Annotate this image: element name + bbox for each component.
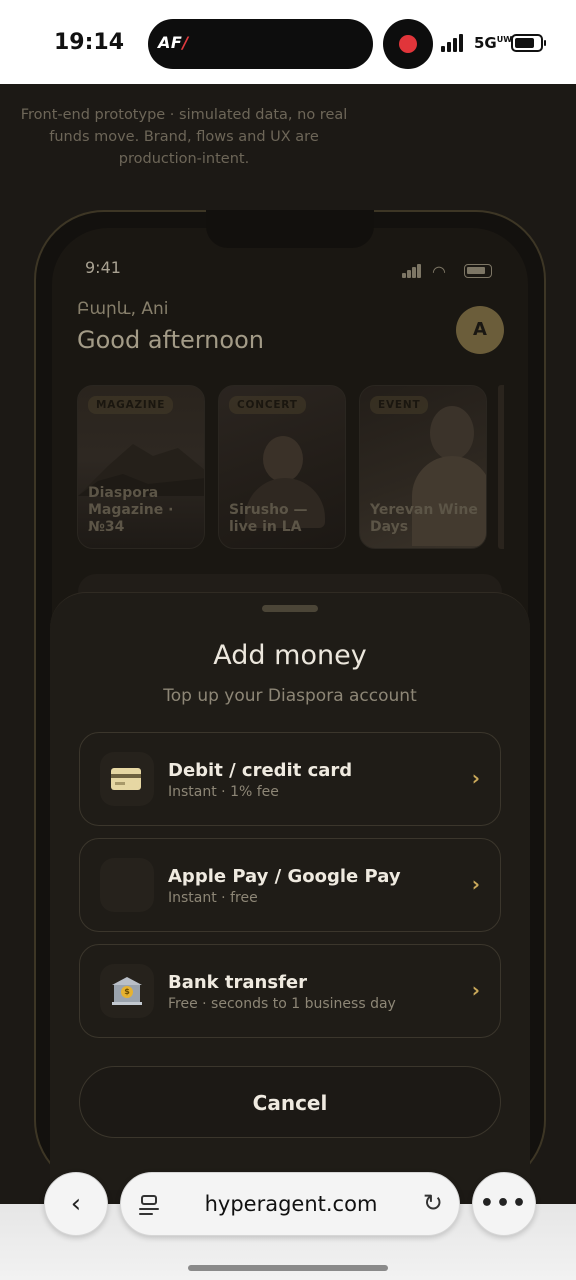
prototype-disclaimer: Front-end prototype · simulated data, no… [20, 107, 348, 167]
url-text: hyperagent.com [204, 1192, 378, 1216]
option-bank-transfer[interactable]: $ Bank transfer Free · seconds to 1 busi… [79, 944, 501, 1038]
story-card-magazine[interactable]: MAGAZINE Diaspora Magazine · №34 [77, 385, 205, 549]
phone-notch [206, 210, 374, 248]
option-detail: Instant · 1% fee [168, 784, 279, 800]
story-title: Diaspora Magazine · №34 [88, 485, 174, 535]
battery-icon [511, 34, 546, 52]
address-bar[interactable]: hyperagent.com ↻ [120, 1172, 460, 1236]
phone-status-time: 9:41 [85, 258, 121, 277]
more-options-button[interactable]: ••• [472, 1172, 536, 1236]
option-label: Apple Pay / Google Pay [168, 866, 401, 887]
singer-photo [263, 436, 303, 482]
island-app-logo: AF/ [158, 33, 189, 52]
sheet-subtitle: Top up your Diaspora account [163, 686, 417, 706]
story-tag: EVENT [370, 396, 429, 414]
option-detail: Instant · free [168, 890, 258, 906]
dynamic-island: AF/ [148, 19, 373, 69]
chevron-right-icon: › [471, 872, 480, 896]
chevron-right-icon: › [471, 978, 480, 1002]
story-card-event[interactable]: EVENT Yerevan Wine Days [359, 385, 487, 549]
screen-recording-icon [383, 19, 433, 69]
avatar[interactable]: A [456, 306, 504, 354]
phone-signal-icon [402, 264, 424, 278]
greeting-armenian: Բարև, Ani [77, 299, 169, 319]
sheet-drag-handle[interactable] [262, 605, 318, 612]
bank-icon: $ [112, 977, 142, 1005]
option-detail: Free · seconds to 1 business day [168, 996, 396, 1012]
wallet-icon [100, 858, 154, 912]
system-time: 19:14 [54, 30, 125, 55]
system-status-bar: 19:14 AF/ 5GUW [0, 0, 576, 84]
greeting-title: Good afternoon [77, 326, 264, 354]
story-tag: MAGAZINE [88, 396, 174, 414]
story-card-concert[interactable]: CONCERT Sirusho — live in LA [218, 385, 346, 549]
story-title: Sirusho — live in LA [229, 502, 308, 535]
credit-card-icon [111, 768, 141, 790]
story-tag: CONCERT [229, 396, 306, 414]
cellular-signal-icon [441, 34, 467, 52]
option-apple-google-pay[interactable]: Apple Pay / Google Pay Instant · free › [79, 838, 501, 932]
back-button[interactable]: ‹ [44, 1172, 108, 1236]
story-title: Yerevan Wine Days [370, 502, 478, 535]
phone-wifi-icon: ◠ [432, 262, 446, 281]
network-type: 5GUW [474, 34, 513, 52]
home-indicator [188, 1265, 388, 1271]
option-label: Bank transfer [168, 972, 307, 993]
option-card[interactable]: Debit / credit card Instant · 1% fee › [79, 732, 501, 826]
chevron-right-icon: › [471, 766, 480, 790]
option-icon-tile [100, 752, 154, 806]
sheet-title: Add money [213, 640, 367, 671]
reload-icon[interactable]: ↻ [423, 1189, 443, 1217]
story-card-next-peek [498, 385, 504, 549]
phone-battery-icon [464, 264, 492, 278]
cancel-button[interactable]: Cancel [79, 1066, 501, 1138]
option-icon-tile: $ [100, 964, 154, 1018]
option-label: Debit / credit card [168, 760, 353, 781]
woman-photo [430, 406, 474, 460]
